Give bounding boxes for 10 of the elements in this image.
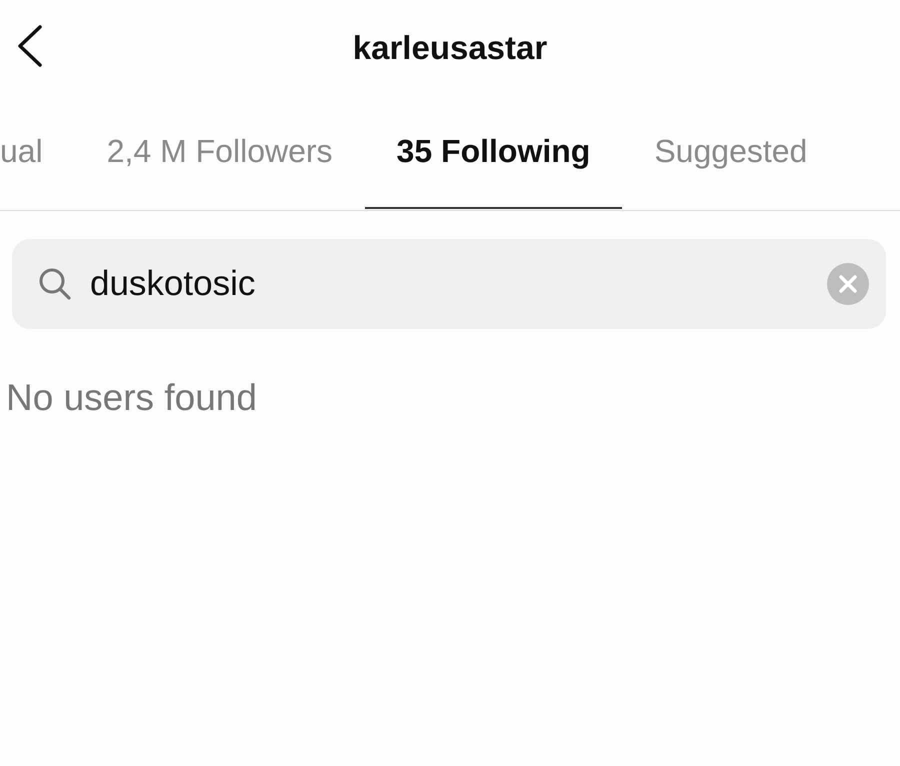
search-field[interactable]: duskotosic [12,239,886,329]
tab[interactable]: 2,4 M Followers [74,95,365,209]
tab[interactable]: Suggested [622,95,840,209]
tab[interactable]: ual [0,95,75,209]
empty-message: No users found [6,377,258,419]
profile-title: karleusastar [352,28,548,66]
clear-icon [826,262,870,306]
search-text: duskotosic [90,264,256,304]
search-icon [38,267,72,301]
tab[interactable]: 35 Following [364,95,622,209]
